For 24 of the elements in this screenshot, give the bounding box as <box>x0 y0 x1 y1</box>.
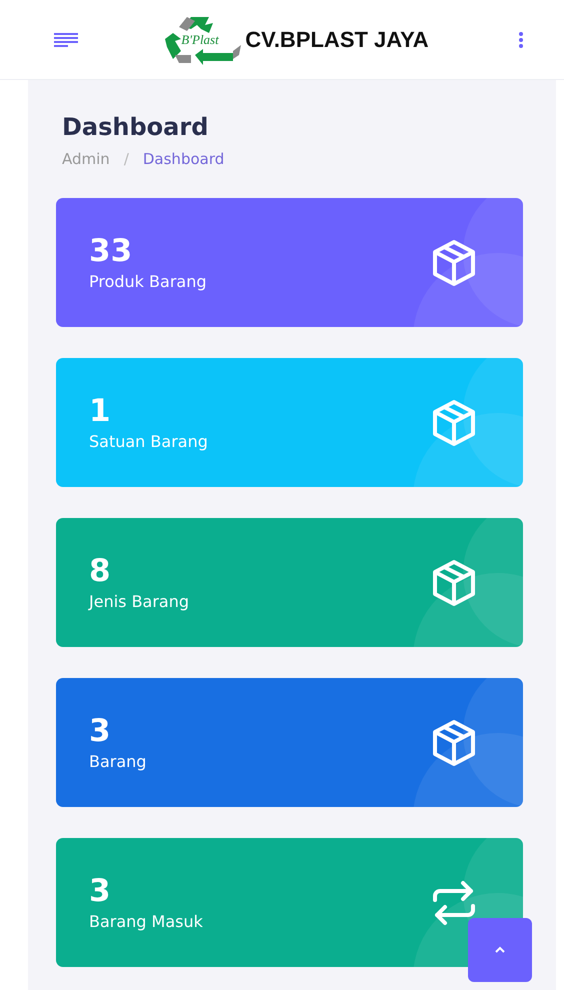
stat-label: Satuan Barang <box>89 430 209 452</box>
stat-value: 33 <box>89 232 134 270</box>
stat-card[interactable]: 8 Jenis Barang <box>56 518 523 647</box>
stat-label: Barang Masuk <box>89 910 204 932</box>
stat-card[interactable]: 1 Satuan Barang <box>56 358 523 487</box>
stat-value: 1 <box>89 392 112 430</box>
more-options-icon[interactable] <box>518 30 524 48</box>
brand-name: CV.BPLAST JAYA <box>245 26 429 52</box>
menu-icon[interactable] <box>54 32 78 48</box>
breadcrumb-item: Dashboard <box>142 150 224 168</box>
breadcrumb-separator: / <box>124 150 129 168</box>
stat-label: Barang <box>89 750 148 772</box>
stat-value: 3 <box>89 872 112 910</box>
stat-value: 3 <box>89 712 112 750</box>
stat-card[interactable]: 3 Barang <box>56 678 523 807</box>
breadcrumb-item[interactable]: Admin <box>62 150 110 168</box>
page-title: Dashboard <box>62 112 210 142</box>
stat-card[interactable]: 33 Produk Barang <box>56 198 523 327</box>
logo-text: B'Plast <box>181 32 219 48</box>
stat-card[interactable]: 3 Barang Masuk <box>56 838 523 967</box>
stat-label: Produk Barang <box>89 270 208 292</box>
stat-label: Jenis Barang <box>89 590 190 612</box>
stat-value: 8 <box>89 552 112 590</box>
chevron-up-icon <box>493 945 507 955</box>
